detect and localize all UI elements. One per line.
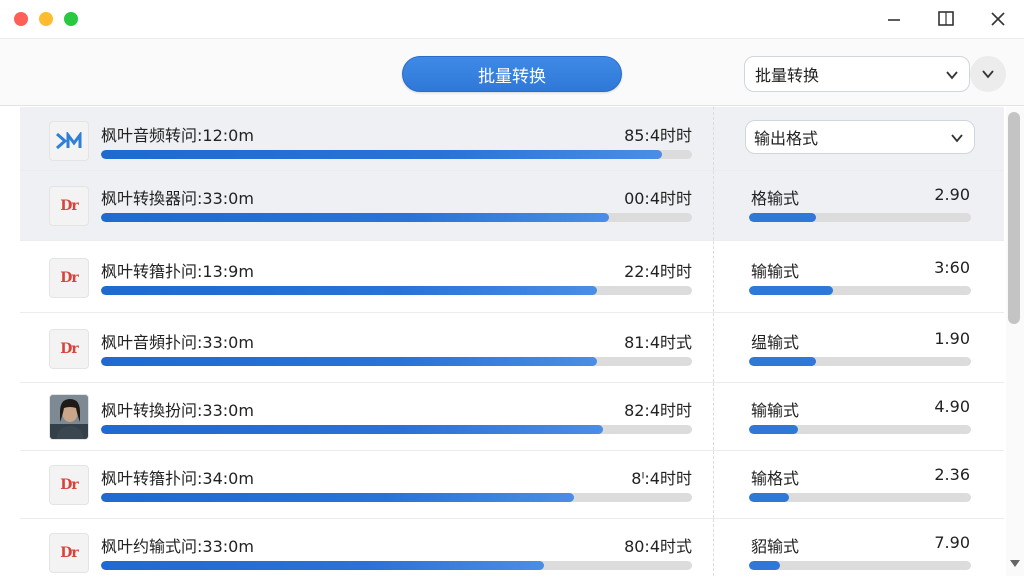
format-label: 缊输式 [751, 333, 800, 352]
file-row[interactable]: Dr 枫叶音頻扑问:33:0m 81:4时式 缊输式 1.90 [20, 313, 1004, 383]
file-duration: 22:4时时 [624, 262, 692, 281]
progress-fill [101, 561, 545, 570]
format-value: 1.90 [934, 329, 970, 348]
file-name: 枫叶音頻扑问:33:0m [101, 333, 254, 352]
progress-track [101, 357, 692, 366]
format-value: 3:60 [934, 258, 970, 277]
progress-fill [101, 213, 610, 222]
close-window-button[interactable] [14, 12, 28, 26]
mode-select-value: 批量转换 [755, 66, 820, 85]
toolbar: 批量转换 批量转换 [0, 38, 1024, 106]
format-progress-fill [749, 493, 789, 502]
expand-button[interactable] [970, 56, 1006, 92]
progress-fill [101, 493, 574, 502]
file-name: 枫叶转簎扑问:13:9m [101, 262, 254, 281]
batch-convert-button[interactable]: 批量转换 [402, 56, 622, 92]
format-progress-track [749, 561, 971, 570]
file-row[interactable]: Dr 枫叶约输式问:33:0m 80:4时式 貂输式 7.90 [20, 519, 1004, 576]
dm-red-logo-icon: Dr [49, 465, 89, 505]
format-value: 7.90 [934, 533, 970, 552]
chevron-down-icon [982, 70, 994, 79]
file-name: 枫叶转簎扑问:34:0m [101, 469, 254, 488]
maximize-icon[interactable] [932, 6, 960, 32]
minimize-icon[interactable] [880, 6, 908, 32]
format-value: 4.90 [934, 397, 970, 416]
scrollbar-thumb[interactable] [1008, 112, 1020, 324]
dm-blue-logo-icon [49, 121, 89, 161]
progress-track [101, 493, 692, 502]
progress-track [101, 561, 692, 570]
close-icon[interactable] [984, 6, 1012, 32]
format-value: 2.90 [934, 185, 970, 204]
format-label: 输输式 [751, 401, 800, 420]
file-duration: 00:4时时 [624, 189, 692, 208]
dm-red-logo-icon: Dr [49, 329, 89, 369]
file-name: 枫叶音频转问:12:0m [101, 126, 254, 145]
zoom-window-button[interactable] [64, 12, 78, 26]
file-name: 枫叶约输式问:33:0m [101, 537, 254, 556]
progress-fill [101, 286, 598, 295]
output-format-value: 输出格式 [754, 129, 819, 148]
mode-select[interactable]: 批量转换 [744, 56, 970, 92]
chevron-down-icon [950, 130, 964, 149]
format-progress-track [749, 213, 971, 222]
file-row[interactable]: Dr 枫叶转簎扑问:34:0m 8ᴵ:4时时 输格式 2.36 [20, 451, 1004, 519]
format-progress-track [749, 493, 971, 502]
format-value: 2.36 [934, 465, 970, 484]
format-progress-track [749, 357, 971, 366]
file-row[interactable]: Dr 枫叶转簎扑问:13:9m 22:4时时 输输式 3:60 [20, 241, 1004, 313]
file-row[interactable]: 枫叶音频转问:12:0m 85:4时时 输出格式 [20, 107, 1004, 171]
progress-fill [101, 357, 598, 366]
progress-track [101, 150, 692, 159]
dm-red-logo-icon: Dr [49, 533, 89, 573]
scroll-down-icon[interactable] [1010, 560, 1020, 567]
person-photo-icon [49, 394, 89, 440]
output-format-select[interactable]: 输出格式 [745, 120, 975, 154]
progress-fill [101, 150, 663, 159]
file-list: 枫叶音频转问:12:0m 85:4时时 输出格式 Dr 枫叶转換器问:33:0m… [20, 107, 1004, 576]
format-progress-fill [749, 286, 834, 295]
file-duration: 80:4时式 [624, 537, 692, 556]
file-row[interactable]: Dr 枫叶转換器问:33:0m 00:4时时 格输式 2.90 [20, 171, 1004, 241]
format-label: 貂输式 [751, 537, 800, 556]
file-name: 枫叶转換器问:33:0m [101, 189, 254, 208]
file-name: 枫叶转換扮问:33:0m [101, 401, 254, 420]
format-progress-fill [749, 357, 816, 366]
file-duration: 81:4时式 [624, 333, 692, 352]
file-duration: 85:4时时 [624, 126, 692, 145]
format-label: 输输式 [751, 262, 800, 281]
format-label: 格输式 [751, 189, 800, 208]
dm-red-logo-icon: Dr [49, 186, 89, 226]
chevron-down-icon [945, 67, 959, 86]
minimize-window-button[interactable] [39, 12, 53, 26]
format-progress-fill [749, 213, 816, 222]
file-duration: 82:4时时 [624, 401, 692, 420]
format-progress-track [749, 286, 971, 295]
format-label: 输格式 [751, 469, 800, 488]
progress-track [101, 286, 692, 295]
dm-red-logo-icon: Dr [49, 258, 89, 298]
format-progress-fill [749, 561, 781, 570]
file-duration: 8ᴵ:4时时 [631, 469, 692, 488]
file-row[interactable]: 枫叶转換扮问:33:0m 82:4时时 输输式 4.90 [20, 383, 1004, 451]
progress-track [101, 425, 692, 434]
progress-fill [101, 425, 604, 434]
format-progress-fill [749, 425, 798, 434]
format-progress-track [749, 425, 971, 434]
progress-track [101, 213, 692, 222]
title-bar [0, 0, 1024, 38]
